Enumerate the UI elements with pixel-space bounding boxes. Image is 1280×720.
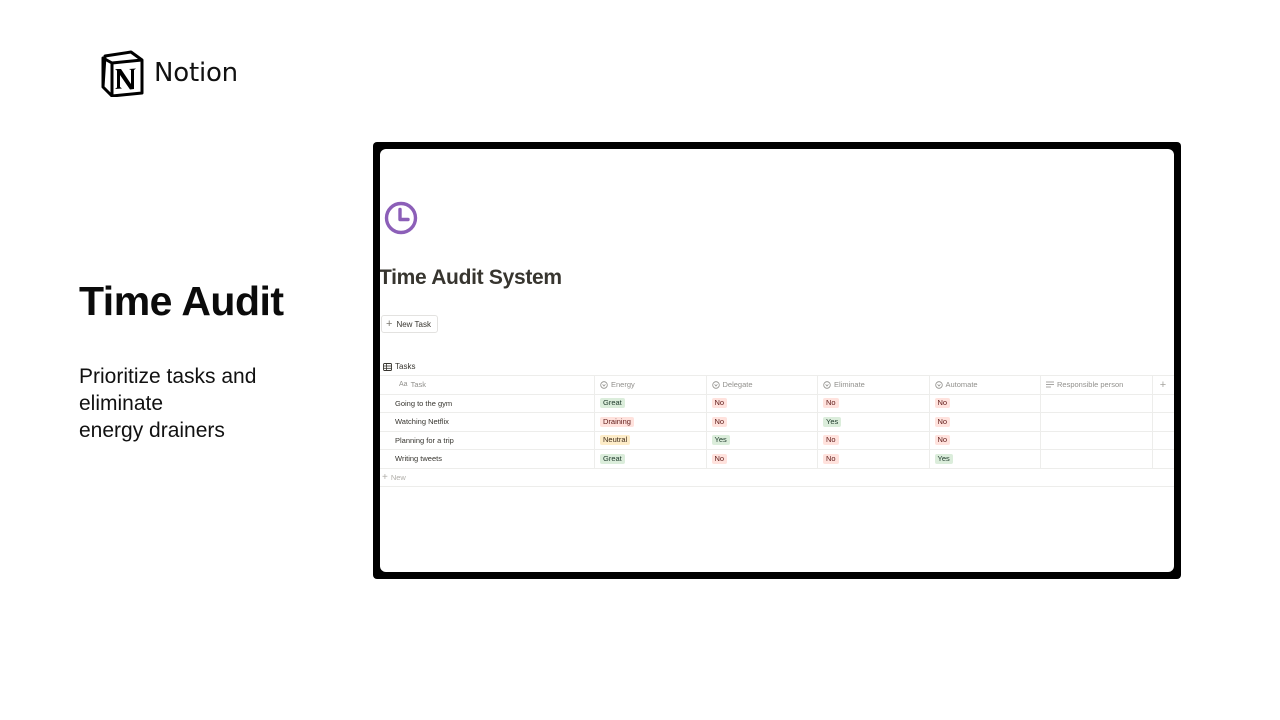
column-header-label: Responsible person: [1057, 380, 1124, 390]
new-task-label: New Task: [396, 319, 431, 329]
column-header-delegate[interactable]: Delegate: [707, 376, 818, 394]
delegate-cell[interactable]: No: [707, 413, 818, 431]
table-row[interactable]: Planning for a trip Neutral Yes No No: [380, 431, 1174, 450]
table-icon: [383, 362, 392, 371]
new-row-button[interactable]: + New: [380, 469, 1174, 487]
automate-cell[interactable]: No: [930, 413, 1041, 431]
task-cell[interactable]: Writing tweets: [380, 450, 595, 468]
plus-icon: +: [382, 471, 388, 483]
tasks-table: Aa Task Energy Delegate Eliminate Automa…: [380, 375, 1174, 487]
eliminate-cell[interactable]: No: [818, 450, 930, 468]
new-row-label: New: [390, 472, 406, 482]
add-column-button[interactable]: +: [1153, 376, 1174, 394]
column-header-energy[interactable]: Energy: [595, 376, 707, 394]
table-row[interactable]: Watching Netflix Draining No Yes No: [380, 413, 1174, 432]
new-task-button[interactable]: + New Task: [381, 315, 438, 333]
hero-subtitle-line: energy drainers: [79, 419, 225, 442]
tag: No: [711, 416, 728, 427]
text-lines-icon: [1046, 381, 1054, 388]
column-header-automate[interactable]: Automate: [930, 376, 1041, 394]
responsible-cell[interactable]: [1041, 450, 1153, 468]
eliminate-cell[interactable]: Yes: [818, 413, 930, 431]
hero-title: Time Audit: [79, 278, 284, 324]
task-cell[interactable]: Going to the gym: [380, 394, 595, 412]
tab-tasks-label: Tasks: [395, 362, 416, 371]
tag: Yes: [711, 435, 730, 446]
column-header-eliminate[interactable]: Eliminate: [818, 376, 930, 394]
delegate-cell[interactable]: No: [707, 394, 818, 412]
hero-subtitle-line: eliminate: [79, 392, 164, 415]
table-row[interactable]: Going to the gym Great No No No: [380, 394, 1174, 413]
brand: Notion: [100, 49, 238, 97]
column-header-label: Task: [410, 380, 426, 390]
row-spacer: [1153, 413, 1174, 431]
column-header-label: Automate: [945, 380, 978, 390]
device-frame: Time Audit System + New Task Tasks Aa Ta…: [373, 142, 1181, 579]
tag: Draining: [600, 416, 634, 427]
column-header-label: Delegate: [722, 380, 753, 390]
tag: No: [934, 416, 951, 427]
table-row[interactable]: Writing tweets Great No No Yes: [380, 450, 1174, 469]
tab-tasks[interactable]: Tasks: [381, 358, 420, 376]
tag: Yes: [823, 416, 842, 427]
page-title[interactable]: Time Audit System: [380, 266, 562, 290]
automate-cell[interactable]: No: [930, 431, 1041, 449]
column-header-label: Energy: [611, 380, 635, 390]
tag: Great: [600, 398, 625, 409]
tag: No: [823, 398, 839, 409]
hero-subtitle: Prioritize tasks and eliminate energy dr…: [79, 363, 319, 444]
tag: No: [934, 435, 951, 446]
text-type-icon: Aa: [399, 381, 408, 389]
tag: Yes: [934, 453, 953, 464]
energy-cell[interactable]: Great: [595, 450, 707, 468]
delegate-cell[interactable]: Yes: [707, 431, 818, 449]
select-icon: [934, 381, 943, 389]
plus-icon: +: [386, 317, 393, 330]
row-spacer: [1153, 450, 1174, 468]
select-icon: [823, 381, 831, 389]
notion-logo-icon: [101, 50, 144, 97]
responsible-cell[interactable]: [1041, 394, 1153, 412]
task-cell[interactable]: Watching Netflix: [380, 413, 595, 431]
clock-icon[interactable]: [383, 200, 419, 236]
responsible-cell[interactable]: [1041, 413, 1153, 431]
eliminate-cell[interactable]: No: [818, 431, 930, 449]
row-spacer: [1153, 395, 1174, 413]
tag: No: [934, 398, 951, 409]
responsible-cell[interactable]: [1041, 431, 1153, 449]
automate-cell[interactable]: Yes: [930, 450, 1041, 468]
row-spacer: [1153, 432, 1174, 450]
energy-cell[interactable]: Neutral: [595, 431, 707, 449]
notion-page: Time Audit System + New Task Tasks Aa Ta…: [380, 149, 1174, 572]
automate-cell[interactable]: No: [930, 394, 1041, 412]
delegate-cell[interactable]: No: [707, 450, 818, 468]
energy-cell[interactable]: Draining: [595, 413, 707, 431]
tag: Great: [600, 453, 625, 464]
hero-subtitle-line: Prioritize tasks and: [79, 365, 257, 388]
eliminate-cell[interactable]: No: [818, 394, 930, 412]
column-header-label: Eliminate: [834, 380, 865, 390]
column-header-task[interactable]: Aa Task: [380, 376, 595, 394]
select-icon: [600, 381, 608, 389]
select-icon: [711, 381, 720, 389]
column-header-responsible-person[interactable]: Responsible person: [1041, 376, 1153, 394]
tag: No: [823, 435, 839, 446]
task-cell[interactable]: Planning for a trip: [380, 431, 595, 449]
table-header: Aa Task Energy Delegate Eliminate Automa…: [380, 376, 1174, 395]
tag: Neutral: [600, 435, 631, 446]
plus-icon: +: [1159, 378, 1167, 391]
tag: No: [711, 453, 728, 464]
tag: No: [711, 398, 728, 409]
energy-cell[interactable]: Great: [595, 394, 707, 412]
tag: No: [823, 453, 839, 464]
brand-name: Notion: [154, 58, 238, 88]
